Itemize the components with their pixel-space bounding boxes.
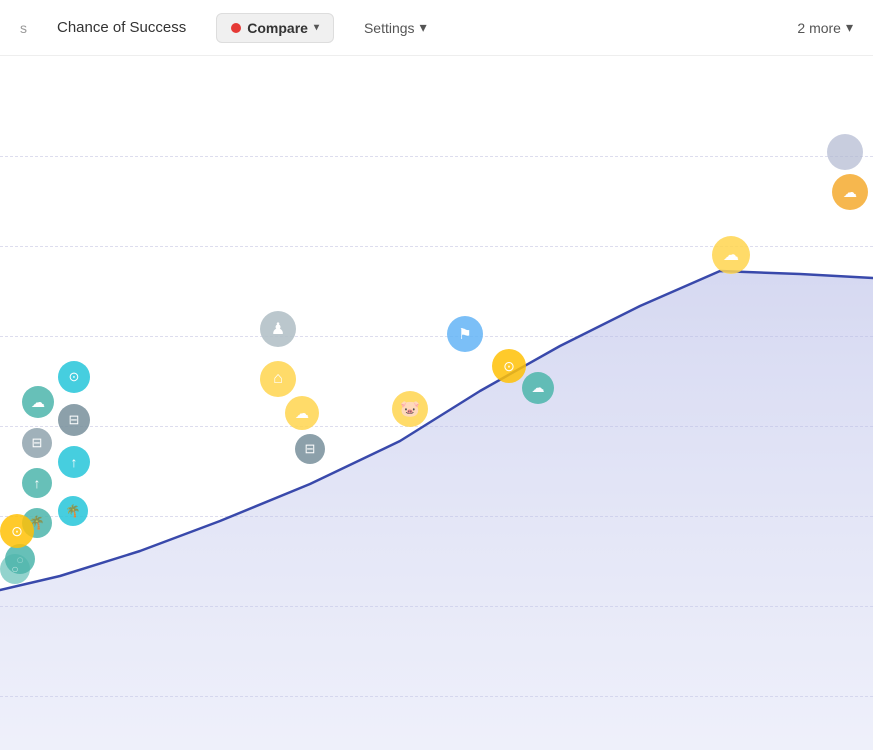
float-icon-gray-1[interactable]: ⊟ [58, 404, 90, 436]
float-icon-yellow-cloud[interactable]: ☁ [285, 396, 319, 430]
float-icon-yellow-cloud-upload[interactable]: ☁ [712, 236, 750, 274]
more-label: 2 more [797, 20, 841, 36]
settings-chevron-icon: ▾ [420, 19, 427, 36]
nav-prev[interactable]: s [20, 20, 27, 36]
float-icon-flag[interactable]: ⚑ [447, 316, 483, 352]
float-icon-yellow-home[interactable]: ⌂ [260, 361, 296, 397]
settings-label: Settings [364, 20, 415, 36]
area-chart [0, 56, 873, 750]
float-icon-teal-up[interactable]: ↑ [58, 446, 90, 478]
float-icon-cloud-upload-1[interactable]: ☁ [22, 386, 54, 418]
float-icon-arrow-up-1[interactable]: ↑ [22, 468, 52, 498]
float-icon-yellow-circle[interactable]: ⊙ [492, 349, 526, 383]
page-title: Chance of Success [57, 19, 186, 36]
float-icon-yellow-1[interactable]: ⊙ [0, 514, 34, 548]
float-icon-pig[interactable]: 🐷 [392, 391, 428, 427]
settings-button[interactable]: Settings ▾ [364, 19, 427, 36]
float-icon-teal-1[interactable]: ⊙ [58, 361, 90, 393]
float-icon-gray-chess[interactable]: ♟ [260, 311, 296, 347]
float-icon-teal-cloud[interactable]: ☁ [522, 372, 554, 404]
top-nav: s Chance of Success Compare ▾ Settings ▾… [0, 0, 873, 56]
compare-dot-icon [231, 23, 241, 33]
chart-area: ☁ ⊟ ↑ 🌴 ○ ⊙ ○ ⊙ ⊟ ↑ 🌴 ♟ ⌂ ☁ ⊟ 🐷 ⚑ ⊙ ☁ ☁ … [0, 56, 873, 750]
more-button[interactable]: 2 more ▾ [797, 19, 853, 36]
compare-button[interactable]: Compare ▾ [216, 13, 334, 43]
float-icon-circle-2[interactable]: ○ [0, 554, 30, 584]
float-icon-gray-table[interactable]: ⊟ [295, 434, 325, 464]
compare-chevron-icon: ▾ [314, 22, 319, 33]
more-chevron-icon: ▾ [846, 19, 853, 36]
compare-label: Compare [247, 20, 308, 36]
float-icon-blue-gray-top[interactable] [827, 134, 863, 170]
float-icon-teal-palm[interactable]: 🌴 [58, 496, 88, 526]
float-icon-orange-top[interactable]: ☁ [832, 174, 868, 210]
float-icon-table-1[interactable]: ⊟ [22, 428, 52, 458]
